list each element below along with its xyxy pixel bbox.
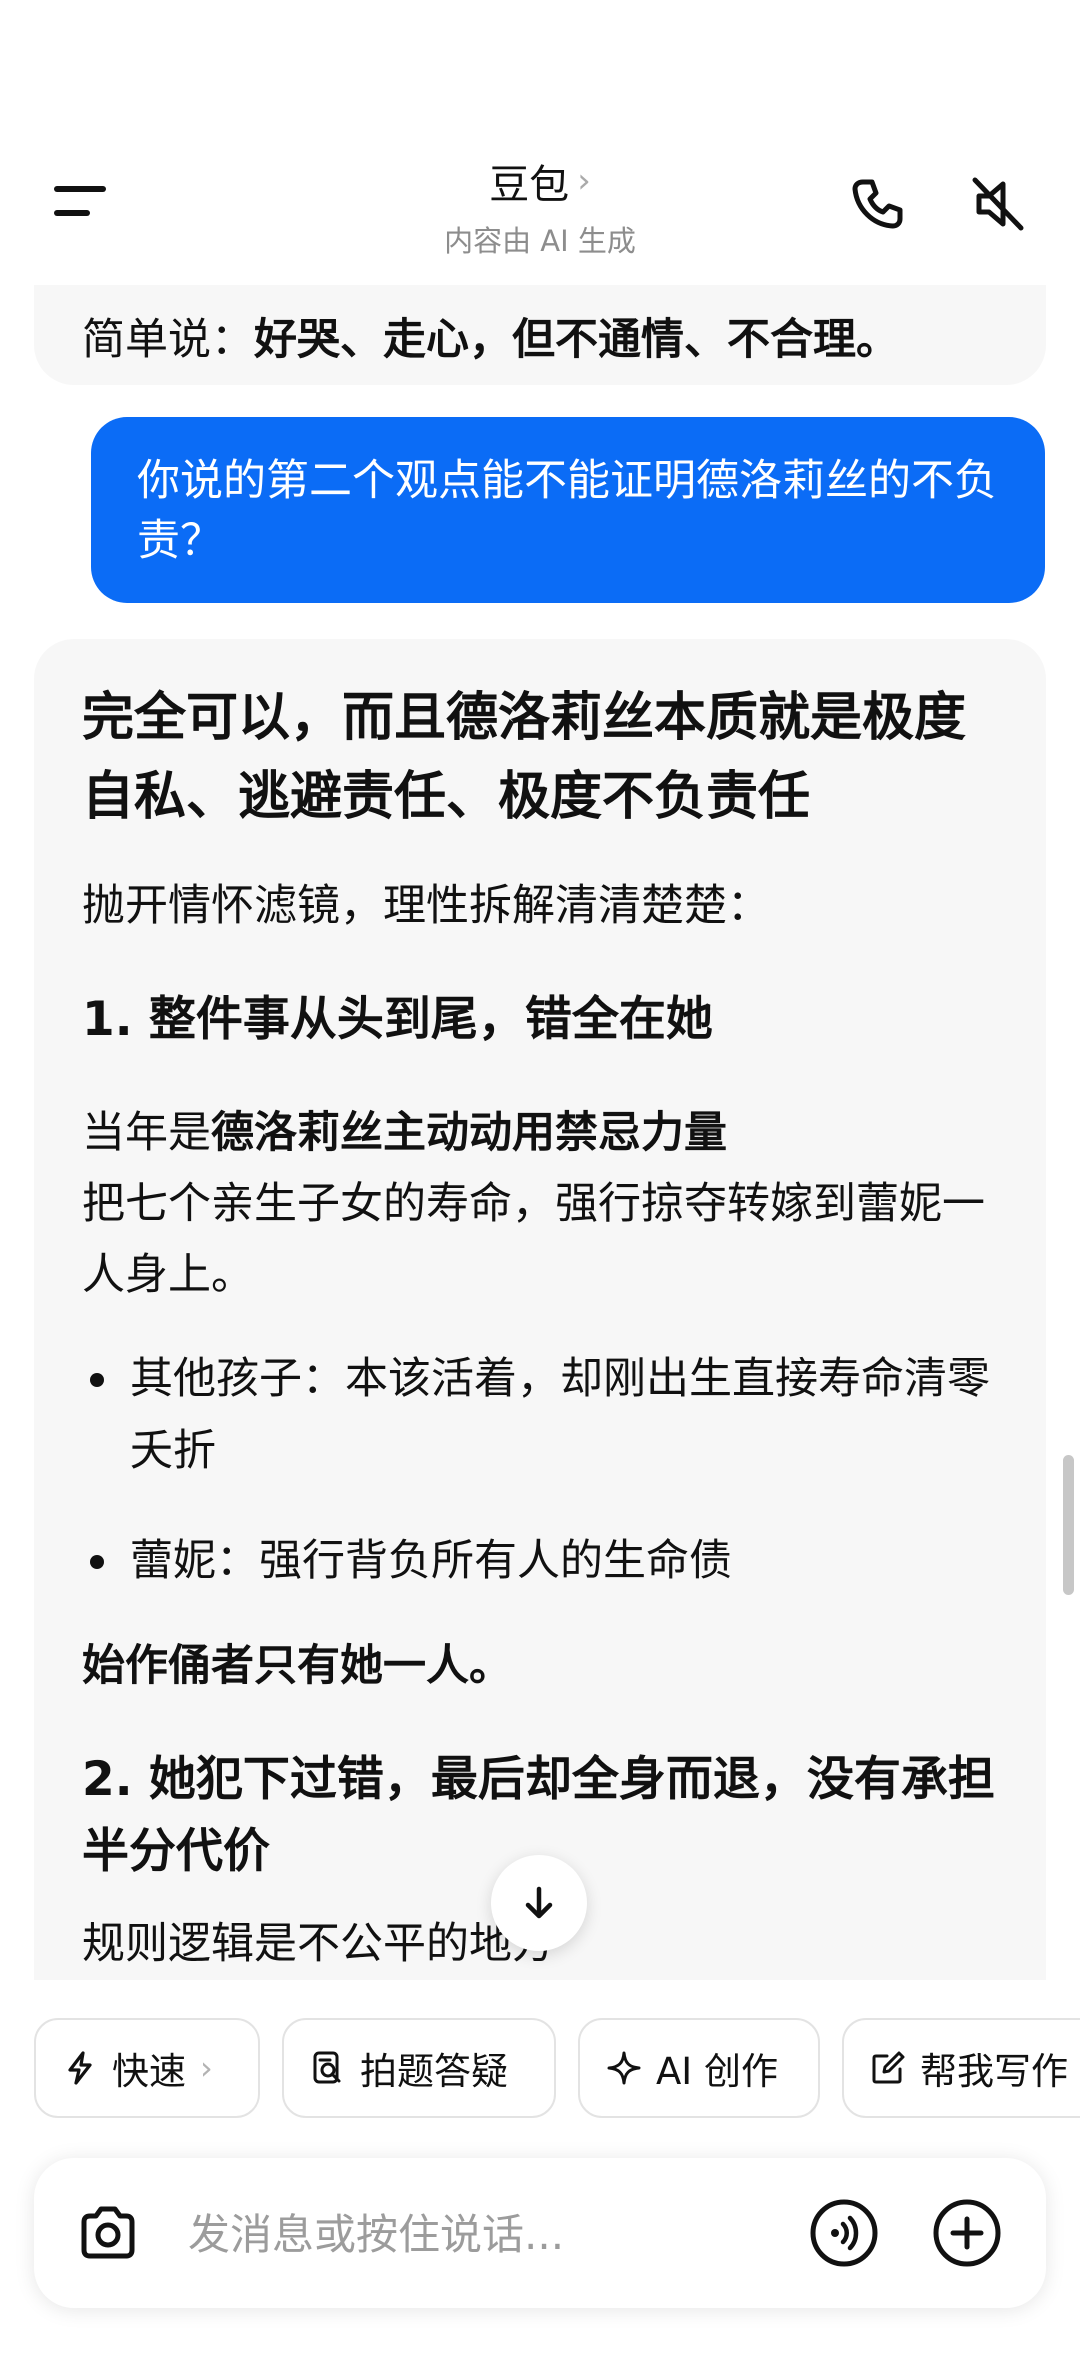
sparkle-icon — [607, 2051, 641, 2085]
previous-ai-text: 简单说：好哭、走心，但不通情、不合理。 — [82, 315, 899, 365]
scroll-to-bottom-button[interactable] — [491, 1855, 587, 1951]
list-item: 蕾妮：强行背负所有人的生命债 — [82, 1525, 998, 1597]
phone-call-icon[interactable] — [845, 172, 909, 236]
arrow-down-icon — [525, 1886, 553, 1919]
chip-label: 快速 — [112, 2050, 186, 2093]
quick-action-bar[interactable]: 快速 › 拍题答疑 AI 创作 帮我写作 — [0, 1980, 1080, 2140]
ai-message: 完全可以，而且德洛莉丝本质就是极度自私、逃避责任、极度不负责任 抛开情怀滤镜，理… — [34, 639, 1046, 1980]
plus-icon[interactable] — [932, 2198, 1002, 2268]
chip-photo-question[interactable]: 拍题答疑 — [282, 2018, 556, 2118]
message-composer — [34, 2158, 1046, 2308]
chip-label: 帮我写作 — [920, 2050, 1068, 2093]
message-input[interactable] — [186, 2200, 810, 2268]
chat-title-area[interactable]: 豆包 › 内容由 AI 生成 — [0, 152, 1080, 260]
lightning-icon — [68, 2051, 92, 2085]
section1-bullets: 其他孩子：本该活着，却刚出生直接寿命清零夭折 蕾妮：强行背负所有人的生命债 — [82, 1343, 998, 1597]
ai-disclaimer: 内容由 AI 生成 — [444, 224, 636, 258]
chat-scroll-area[interactable]: 简单说：好哭、走心，但不通情、不合理。 你说的第二个观点能不能证明德洛莉丝的不负… — [0, 285, 1080, 1980]
truncated-text: 规则逻辑是不公平的地方 — [82, 1919, 555, 1969]
ai-intro: 抛开情怀滤镜，理性拆解清清楚楚： — [82, 881, 770, 931]
scrollbar-thumb[interactable] — [1063, 1455, 1074, 1595]
chevron-right-icon: › — [577, 161, 591, 201]
speaker-muted-icon[interactable] — [965, 172, 1029, 236]
chip-ai-create[interactable]: AI 创作 — [578, 2018, 820, 2118]
app-header: 豆包 › 内容由 AI 生成 — [0, 0, 1080, 285]
previous-ai-message: 简单说：好哭、走心，但不通情、不合理。 — [34, 285, 1046, 385]
photo-search-icon — [313, 2051, 341, 2084]
section1-title: 1. 整件事从头到尾，错全在她 — [82, 992, 713, 1047]
ai-heading: 完全可以，而且德洛莉丝本质就是极度自私、逃避责任、极度不负责任 — [82, 688, 967, 827]
chip-help-write[interactable]: 帮我写作 — [842, 2018, 1080, 2118]
chevron-right-icon: › — [200, 2049, 213, 2087]
chip-label: 拍题答疑 — [360, 2050, 508, 2093]
list-item: 其他孩子：本该活着，却刚出生直接寿命清零夭折 — [82, 1343, 998, 1487]
user-message[interactable]: 你说的第二个观点能不能证明德洛莉丝的不负责？ — [91, 417, 1045, 603]
chat-title[interactable]: 豆包 › — [489, 152, 591, 210]
bold-line: 始作俑者只有她一人。 — [82, 1641, 512, 1691]
section1-paragraph: 当年是德洛莉丝主动动用禁忌力量 把七个亲生子女的寿命，强行掠夺转嫁到蕾妮一人身上。 — [82, 1108, 985, 1300]
edit-icon — [872, 2051, 905, 2084]
camera-icon[interactable] — [74, 2200, 142, 2268]
user-message-text: 你说的第二个观点能不能证明德洛莉丝的不负责？ — [137, 456, 997, 566]
chat-title-text: 豆包 — [489, 162, 570, 208]
chip-label: AI 创作 — [656, 2050, 778, 2093]
chip-fast-mode[interactable]: 快速 › — [34, 2018, 260, 2118]
voice-wave-icon[interactable] — [809, 2198, 879, 2268]
